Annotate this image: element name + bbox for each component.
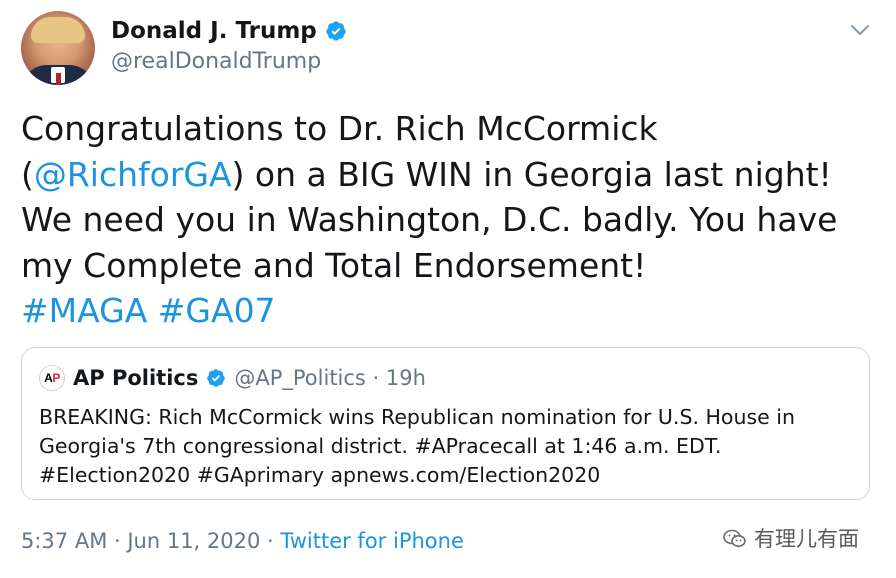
quoted-line: #Election2020 #GAprimary apnews.com/Elec… [39, 463, 601, 487]
hashtag-link[interactable]: #MAGA [21, 291, 147, 330]
quoted-tweet-header: AP AP Politics @AP_Politics · 19h [39, 364, 426, 392]
author-display-name[interactable]: Donald J. Trump [111, 16, 317, 46]
author-avatar[interactable] [21, 11, 95, 85]
tweet-line: my Complete and Total Endorsement! [21, 245, 647, 285]
author-name-row[interactable]: Donald J. Trump [111, 16, 347, 46]
tweet-line: Congratulations to Dr. Rich McCormick [21, 109, 658, 148]
quoted-line: BREAKING: Rich McCormick wins Republican… [39, 405, 795, 429]
avatar-tie [56, 73, 61, 85]
tweet-line: #MAGA #GA07 [21, 288, 881, 334]
quoted-author-name: AP Politics [73, 366, 199, 390]
quoted-line: Georgia's 7th congressional district. #A… [39, 434, 722, 458]
watermark-text: 有理儿有面 [754, 527, 859, 551]
quoted-tweet-card[interactable]: AP AP Politics @AP_Politics · 19h BREAKI… [21, 347, 870, 500]
author-handle[interactable]: @realDonaldTrump [111, 48, 321, 76]
mention-link[interactable]: @RichforGA [34, 155, 232, 194]
verified-badge-icon [326, 21, 346, 41]
chevron-down-icon[interactable] [848, 18, 872, 42]
tweet-paren: ( [21, 154, 34, 194]
wechat-icon [723, 529, 746, 547]
tweet-source-link[interactable]: Twitter for iPhone [280, 529, 464, 553]
quoted-tweet-body: BREAKING: Rich McCormick wins Republican… [39, 403, 859, 490]
quoted-author-handle: @AP_Politics · 19h [234, 366, 426, 390]
ap-logo-icon: AP [39, 365, 65, 391]
tweet-line: We need you in Washington, D.C. badly. Y… [21, 200, 838, 239]
avatar-hair [31, 17, 85, 43]
watermark: 有理儿有面 [722, 525, 859, 553]
tweet-metadata: 5:37 AM · Jun 11, 2020 · Twitter for iPh… [21, 527, 464, 555]
tweet-text: Congratulations to Dr. Rich McCormick (@… [21, 106, 881, 334]
hashtag-link[interactable]: #GA07 [158, 291, 276, 330]
tweet-timestamp[interactable]: 5:37 AM · Jun 11, 2020 · [21, 529, 280, 553]
verified-badge-icon [207, 369, 226, 387]
tweet-page: Donald J. Trump @realDonaldTrump Congrat… [0, 0, 896, 578]
tweet-text-segment: ) on a BIG WIN in Georgia last night! [231, 154, 832, 194]
tweet-line: (@RichforGA) on a BIG WIN in Georgia las… [21, 152, 881, 198]
